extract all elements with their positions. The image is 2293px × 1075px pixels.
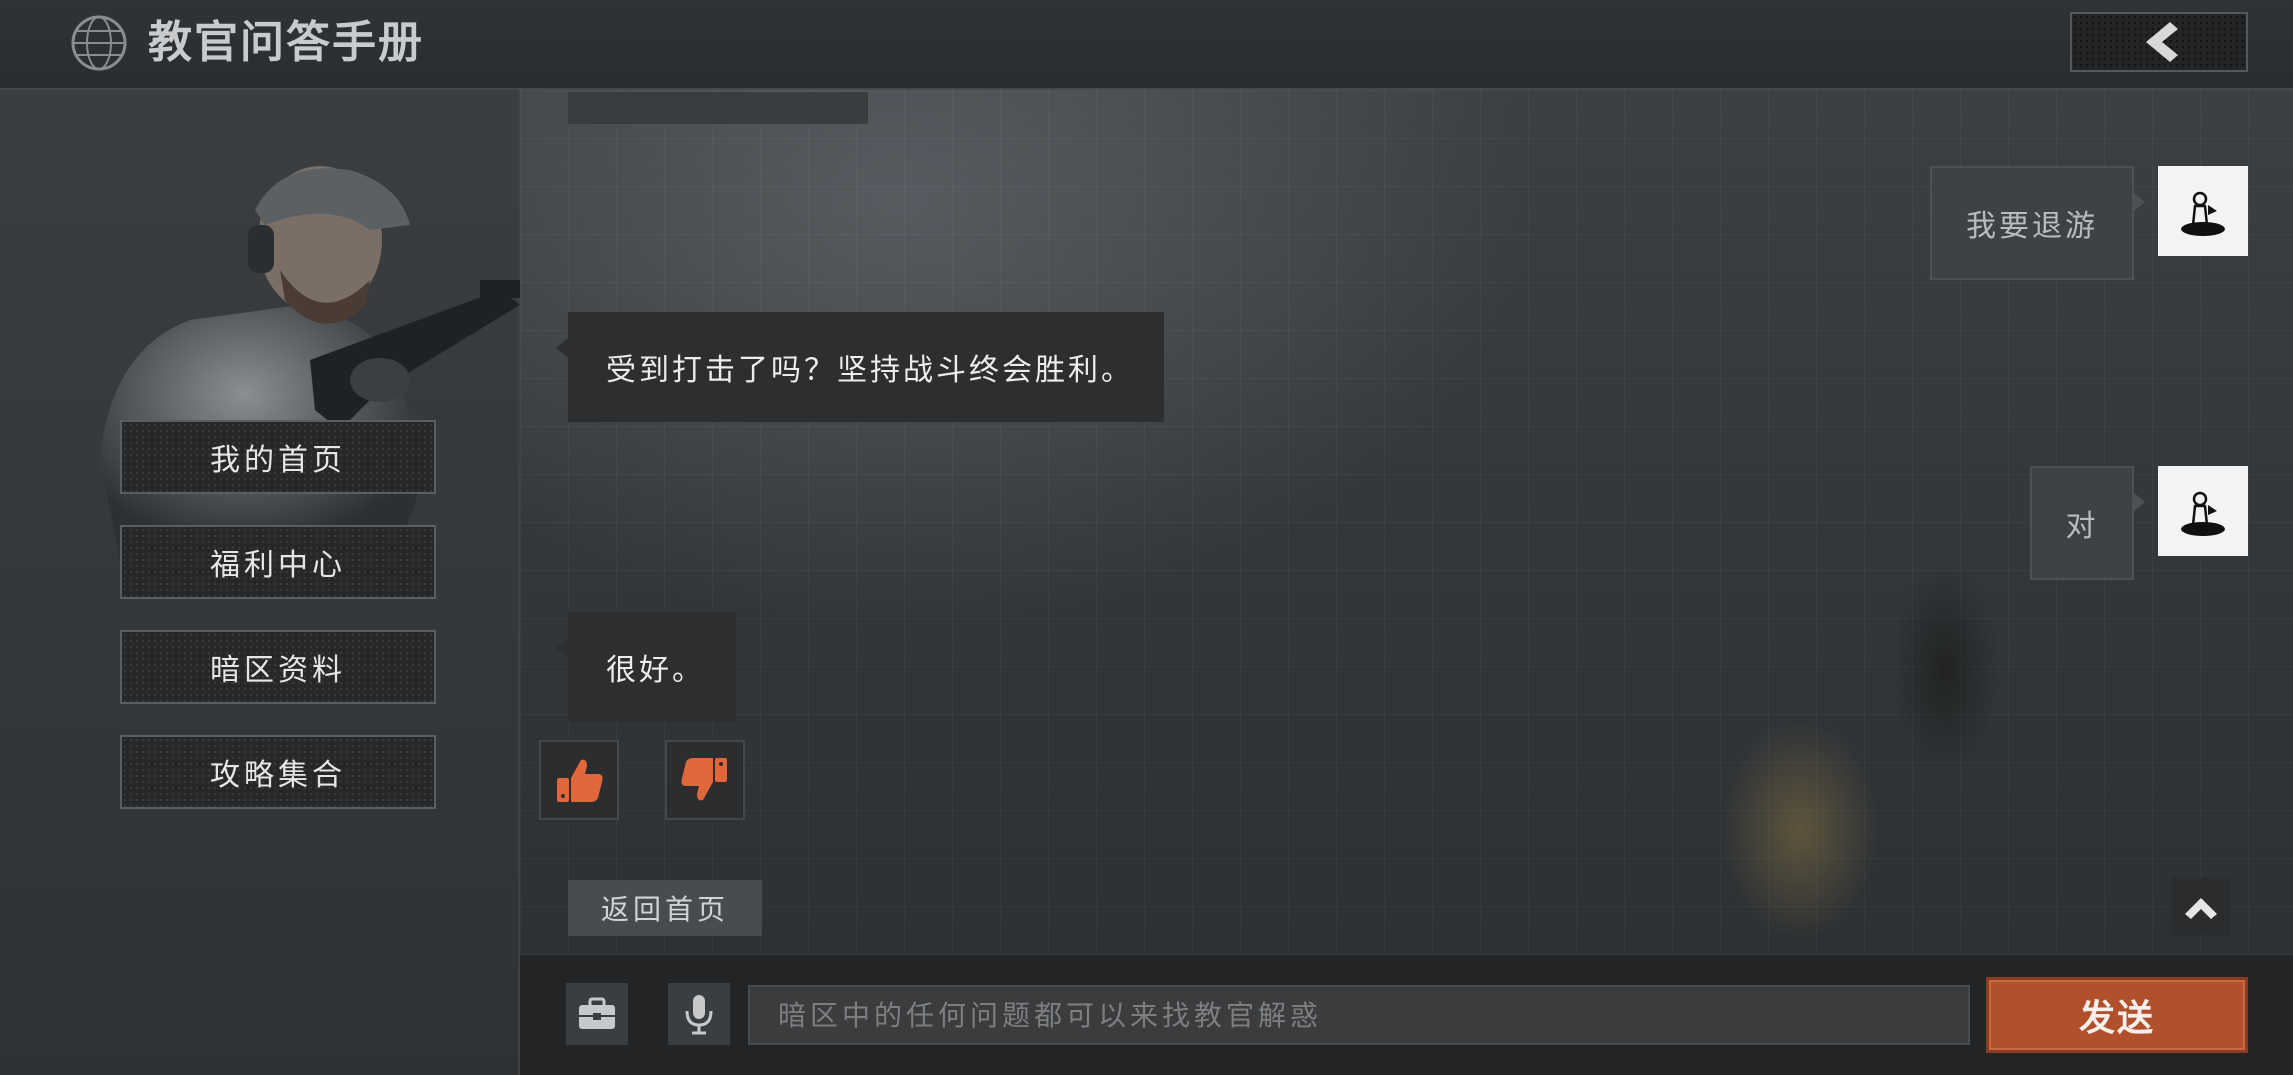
- chevron-up-icon: [2185, 898, 2217, 919]
- toolbox-button[interactable]: [566, 983, 628, 1045]
- message-text: 很好。: [606, 653, 705, 688]
- chat-message-stub: [568, 92, 868, 124]
- page-title: 教官问答手册: [148, 17, 424, 68]
- chat-input[interactable]: [748, 985, 1970, 1045]
- instructor-message: 受到打击了吗？坚持战斗终会胜利。: [556, 312, 1164, 422]
- user-message: 对: [2030, 466, 2145, 580]
- instructor-message: 很好。: [556, 612, 736, 722]
- toolbox-icon: [579, 997, 615, 1029]
- chevron-left-icon: [2146, 22, 2178, 62]
- sidebar: 我的首页 福利中心 暗区资料 攻略集合: [0, 90, 520, 1075]
- sidebar-item-guides[interactable]: 攻略集合: [120, 735, 436, 809]
- globe-icon: [71, 15, 127, 71]
- top-bar: 教官问答手册: [0, 0, 2293, 90]
- user-message: 我要退游: [1930, 166, 2145, 280]
- sidebar-item-welfare-center[interactable]: 福利中心: [120, 525, 436, 599]
- player-avatar-icon: [2181, 191, 2225, 236]
- like-button[interactable]: [539, 740, 619, 820]
- background-blur-shape: [1720, 720, 1880, 940]
- avatar: [2158, 466, 2248, 556]
- sidebar-item-home[interactable]: 我的首页: [120, 420, 436, 494]
- message-text: 对: [2065, 509, 2099, 544]
- message-text: 受到打击了吗？坚持战斗终会胜利。: [606, 353, 1134, 388]
- message-text: 我要退游: [1966, 209, 2098, 244]
- avatar: [2158, 166, 2248, 256]
- send-button[interactable]: 发送: [1986, 977, 2248, 1053]
- dislike-button[interactable]: [665, 740, 745, 820]
- background-blur-shape: [1890, 560, 2000, 780]
- return-home-button[interactable]: 返回首页: [568, 880, 762, 936]
- thumbs-up-icon: [557, 759, 603, 802]
- back-button[interactable]: [2070, 12, 2248, 72]
- microphone-icon: [685, 995, 713, 1035]
- player-avatar-icon: [2181, 491, 2225, 536]
- app-window: 教官问答手册 我的首页 福利中心 暗区资料 攻略集合 我要退游 受到打击了吗？坚…: [0, 0, 2293, 1075]
- voice-input-button[interactable]: [668, 983, 730, 1045]
- scroll-to-top-button[interactable]: [2172, 877, 2230, 935]
- thumbs-down-icon: [681, 758, 727, 801]
- sidebar-item-dark-zone-info[interactable]: 暗区资料: [120, 630, 436, 704]
